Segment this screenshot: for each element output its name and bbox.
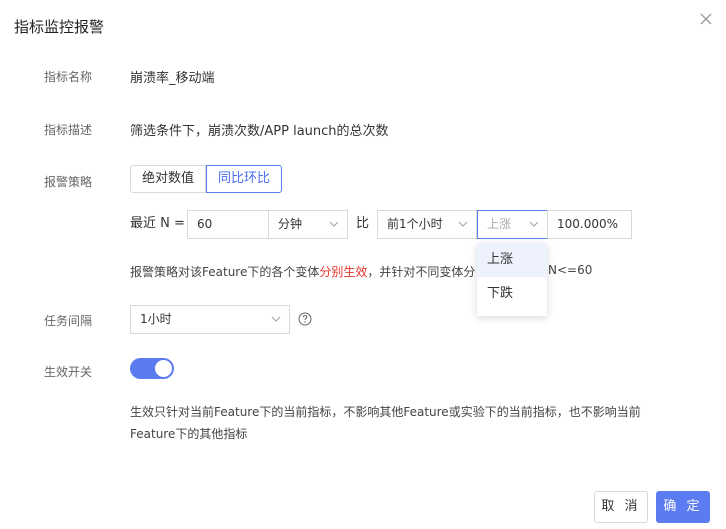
effect-toggle[interactable] bbox=[130, 358, 174, 379]
unit-select-value: 分钟 bbox=[278, 217, 303, 231]
help-icon[interactable] bbox=[298, 312, 312, 326]
metric-desc-value: 筛选条件下，崩溃次数/APP launch的总次数 bbox=[130, 124, 389, 139]
interval-label: 任务间隔 bbox=[44, 314, 93, 328]
note-highlight: 分别生效 bbox=[319, 265, 368, 279]
dialog-title: 指标监控报警 bbox=[14, 18, 105, 36]
period-select-value: 前1个小时 bbox=[387, 217, 443, 231]
threshold-input[interactable]: 100.000% bbox=[547, 210, 632, 239]
close-icon[interactable] bbox=[698, 11, 714, 27]
toggle-knob bbox=[155, 360, 172, 377]
alert-dialog: 指标监控报警 指标名称 崩溃率_移动端 指标描述 筛选条件下，崩溃次数/APP … bbox=[0, 0, 726, 529]
compare-label: 比 bbox=[356, 216, 370, 231]
metric-name-label: 指标名称 bbox=[44, 70, 93, 84]
note-text: ，并针对不同变体分 bbox=[367, 265, 476, 279]
period-select[interactable]: 前1个小时 bbox=[377, 210, 477, 239]
switch-label: 生效开关 bbox=[44, 365, 93, 379]
dropdown-option-rise[interactable]: 上涨 bbox=[477, 243, 547, 277]
metric-desc-label: 指标描述 bbox=[44, 123, 93, 137]
switch-description: 生效只针对当前Feature下的当前指标，不影响其他Feature或实验下的当前… bbox=[130, 405, 641, 441]
note-tail: N<=60 bbox=[548, 263, 593, 277]
metric-name-value: 崩溃率_移动端 bbox=[130, 71, 215, 86]
direction-select[interactable]: 上涨 bbox=[477, 210, 548, 239]
cancel-button[interactable]: 取 消 bbox=[594, 491, 648, 523]
direction-select-value: 上涨 bbox=[487, 217, 512, 231]
chevron-down-icon bbox=[458, 220, 468, 230]
chevron-down-icon bbox=[529, 220, 539, 230]
tab-yoy-mom[interactable]: 同比环比 bbox=[206, 165, 282, 193]
interval-select-value: 1小时 bbox=[140, 312, 172, 326]
unit-select[interactable]: 分钟 bbox=[268, 210, 348, 239]
interval-select[interactable]: 1小时 bbox=[130, 305, 290, 334]
chevron-down-icon bbox=[271, 315, 281, 325]
recent-n-label: 最近 N = bbox=[130, 216, 185, 231]
chevron-down-icon bbox=[329, 220, 339, 230]
strategy-tabs: 绝对数值 同比环比 bbox=[130, 165, 282, 193]
dropdown-option-fall[interactable]: 下跌 bbox=[477, 277, 547, 311]
n-value-input[interactable]: 60 bbox=[187, 210, 269, 239]
ok-button[interactable]: 确 定 bbox=[656, 491, 710, 523]
note-text: 报警策略对该Feature下的各个变体 bbox=[130, 265, 320, 279]
tab-absolute-value[interactable]: 绝对数值 bbox=[130, 165, 206, 193]
strategy-note: 报警策略对该Feature下的各个变体分别生效，并针对不同变体分 bbox=[130, 263, 475, 280]
strategy-label: 报警策略 bbox=[44, 175, 93, 189]
direction-dropdown: 上涨 下跌 bbox=[477, 243, 547, 316]
